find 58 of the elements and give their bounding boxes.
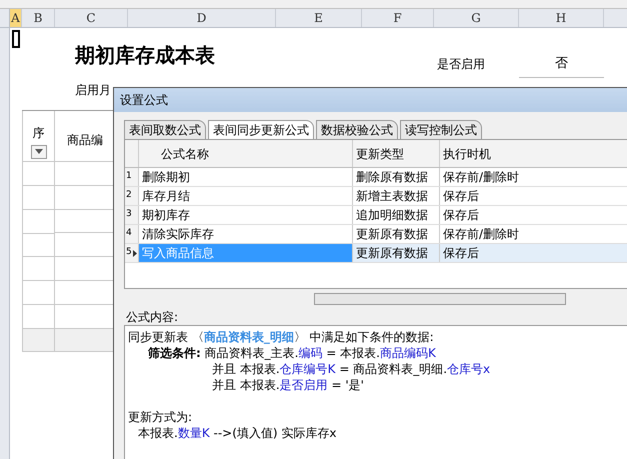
column-header: 更新类型	[353, 140, 440, 167]
enabled-value: 否	[519, 54, 604, 78]
table-cell: 更新原有数据	[353, 225, 440, 243]
report-title: 期初库存成本表	[75, 42, 215, 69]
table-cell: 清除实际库存	[139, 225, 353, 243]
column-header[interactable]: H	[519, 9, 604, 27]
column-header: 公式名称	[139, 140, 353, 167]
table-cell-text: 保存前/删除时	[442, 169, 520, 186]
column-header[interactable]: G	[434, 9, 519, 27]
column-header[interactable]: C	[55, 9, 128, 27]
table-cell: 追加明细数据	[353, 206, 440, 224]
row-pointer-icon	[132, 250, 137, 256]
formula-line: 本报表.数量K -->(填入值) 实际库存x	[138, 426, 337, 440]
content-label: 公式内容:	[126, 310, 178, 324]
column-header[interactable]: D	[128, 9, 276, 27]
formula-line: 同步更新表 〈商品资料表_明细〉 中满足如下条件的数据:	[128, 330, 434, 344]
table-cell: 库存月结	[139, 187, 353, 205]
table-cell-text: 保存后	[442, 207, 480, 224]
caret-icon	[34, 149, 42, 154]
formula-row[interactable]: 1 删除期初 删除原有数据 保存前/删除时	[125, 168, 627, 187]
dropdown-button[interactable]	[30, 144, 46, 159]
column-title: 序	[32, 124, 44, 142]
dialog-title: 设置公式	[120, 92, 168, 109]
row-number: 5	[126, 246, 132, 260]
formula-line: 并且 本报表.是否启用 = '是'	[212, 378, 364, 392]
table-cell-text: 保存前/删除时	[442, 226, 520, 243]
formula-line: 并且 本报表.仓库编号K = 商品资料表_明细.仓库号x	[212, 362, 490, 376]
formula-row[interactable]: 3 期初库存 追加明细数据 保存后	[125, 206, 627, 225]
column-header[interactable]: A	[10, 9, 22, 27]
tab[interactable]: 数据校验公式	[316, 120, 398, 139]
row-number: 2	[126, 189, 132, 202]
column-header[interactable]: F	[362, 9, 434, 27]
column-header[interactable]: E	[276, 9, 362, 27]
tab[interactable]: 表间取数公式	[124, 120, 206, 139]
column-header[interactable]: B	[22, 9, 55, 27]
tab[interactable]: 读写控制公式	[400, 120, 482, 139]
row-number: 1	[126, 170, 132, 184]
table-cell: 更新原有数据	[353, 244, 440, 262]
row-number: 3	[126, 208, 132, 222]
scrollbar-thumb[interactable]	[314, 293, 566, 305]
table-cell-text: 保存后	[442, 245, 480, 262]
table-cell-text: 保存后	[442, 188, 480, 205]
row-number: 4	[126, 227, 132, 240]
table-cell: 删除期初	[139, 168, 353, 186]
enabled-label: 是否启用	[437, 56, 485, 73]
formula-row[interactable]: 5 写入商品信息 更新原有数据 保存后	[125, 244, 627, 263]
column-header: 执行时机	[442, 146, 492, 162]
table-cell: 删除原有数据	[353, 168, 440, 186]
table-cell: 新增主表数据	[353, 187, 440, 205]
formula-line: 筛选条件: 商品资料表_主表.编码 = 本报表.商品编码K	[148, 346, 436, 360]
formula-row[interactable]: 2 库存月结 新增主表数据 保存后	[125, 187, 627, 206]
column-title: 商品编	[67, 132, 103, 149]
cell-cursor	[12, 30, 20, 48]
formula-line: 更新方式为:	[128, 410, 192, 424]
tab[interactable]: 表间同步更新公式	[208, 120, 314, 139]
month-label: 启用月	[75, 82, 111, 99]
table-cell: 写入商品信息	[139, 244, 353, 262]
table-cell: 期初库存	[139, 206, 353, 224]
